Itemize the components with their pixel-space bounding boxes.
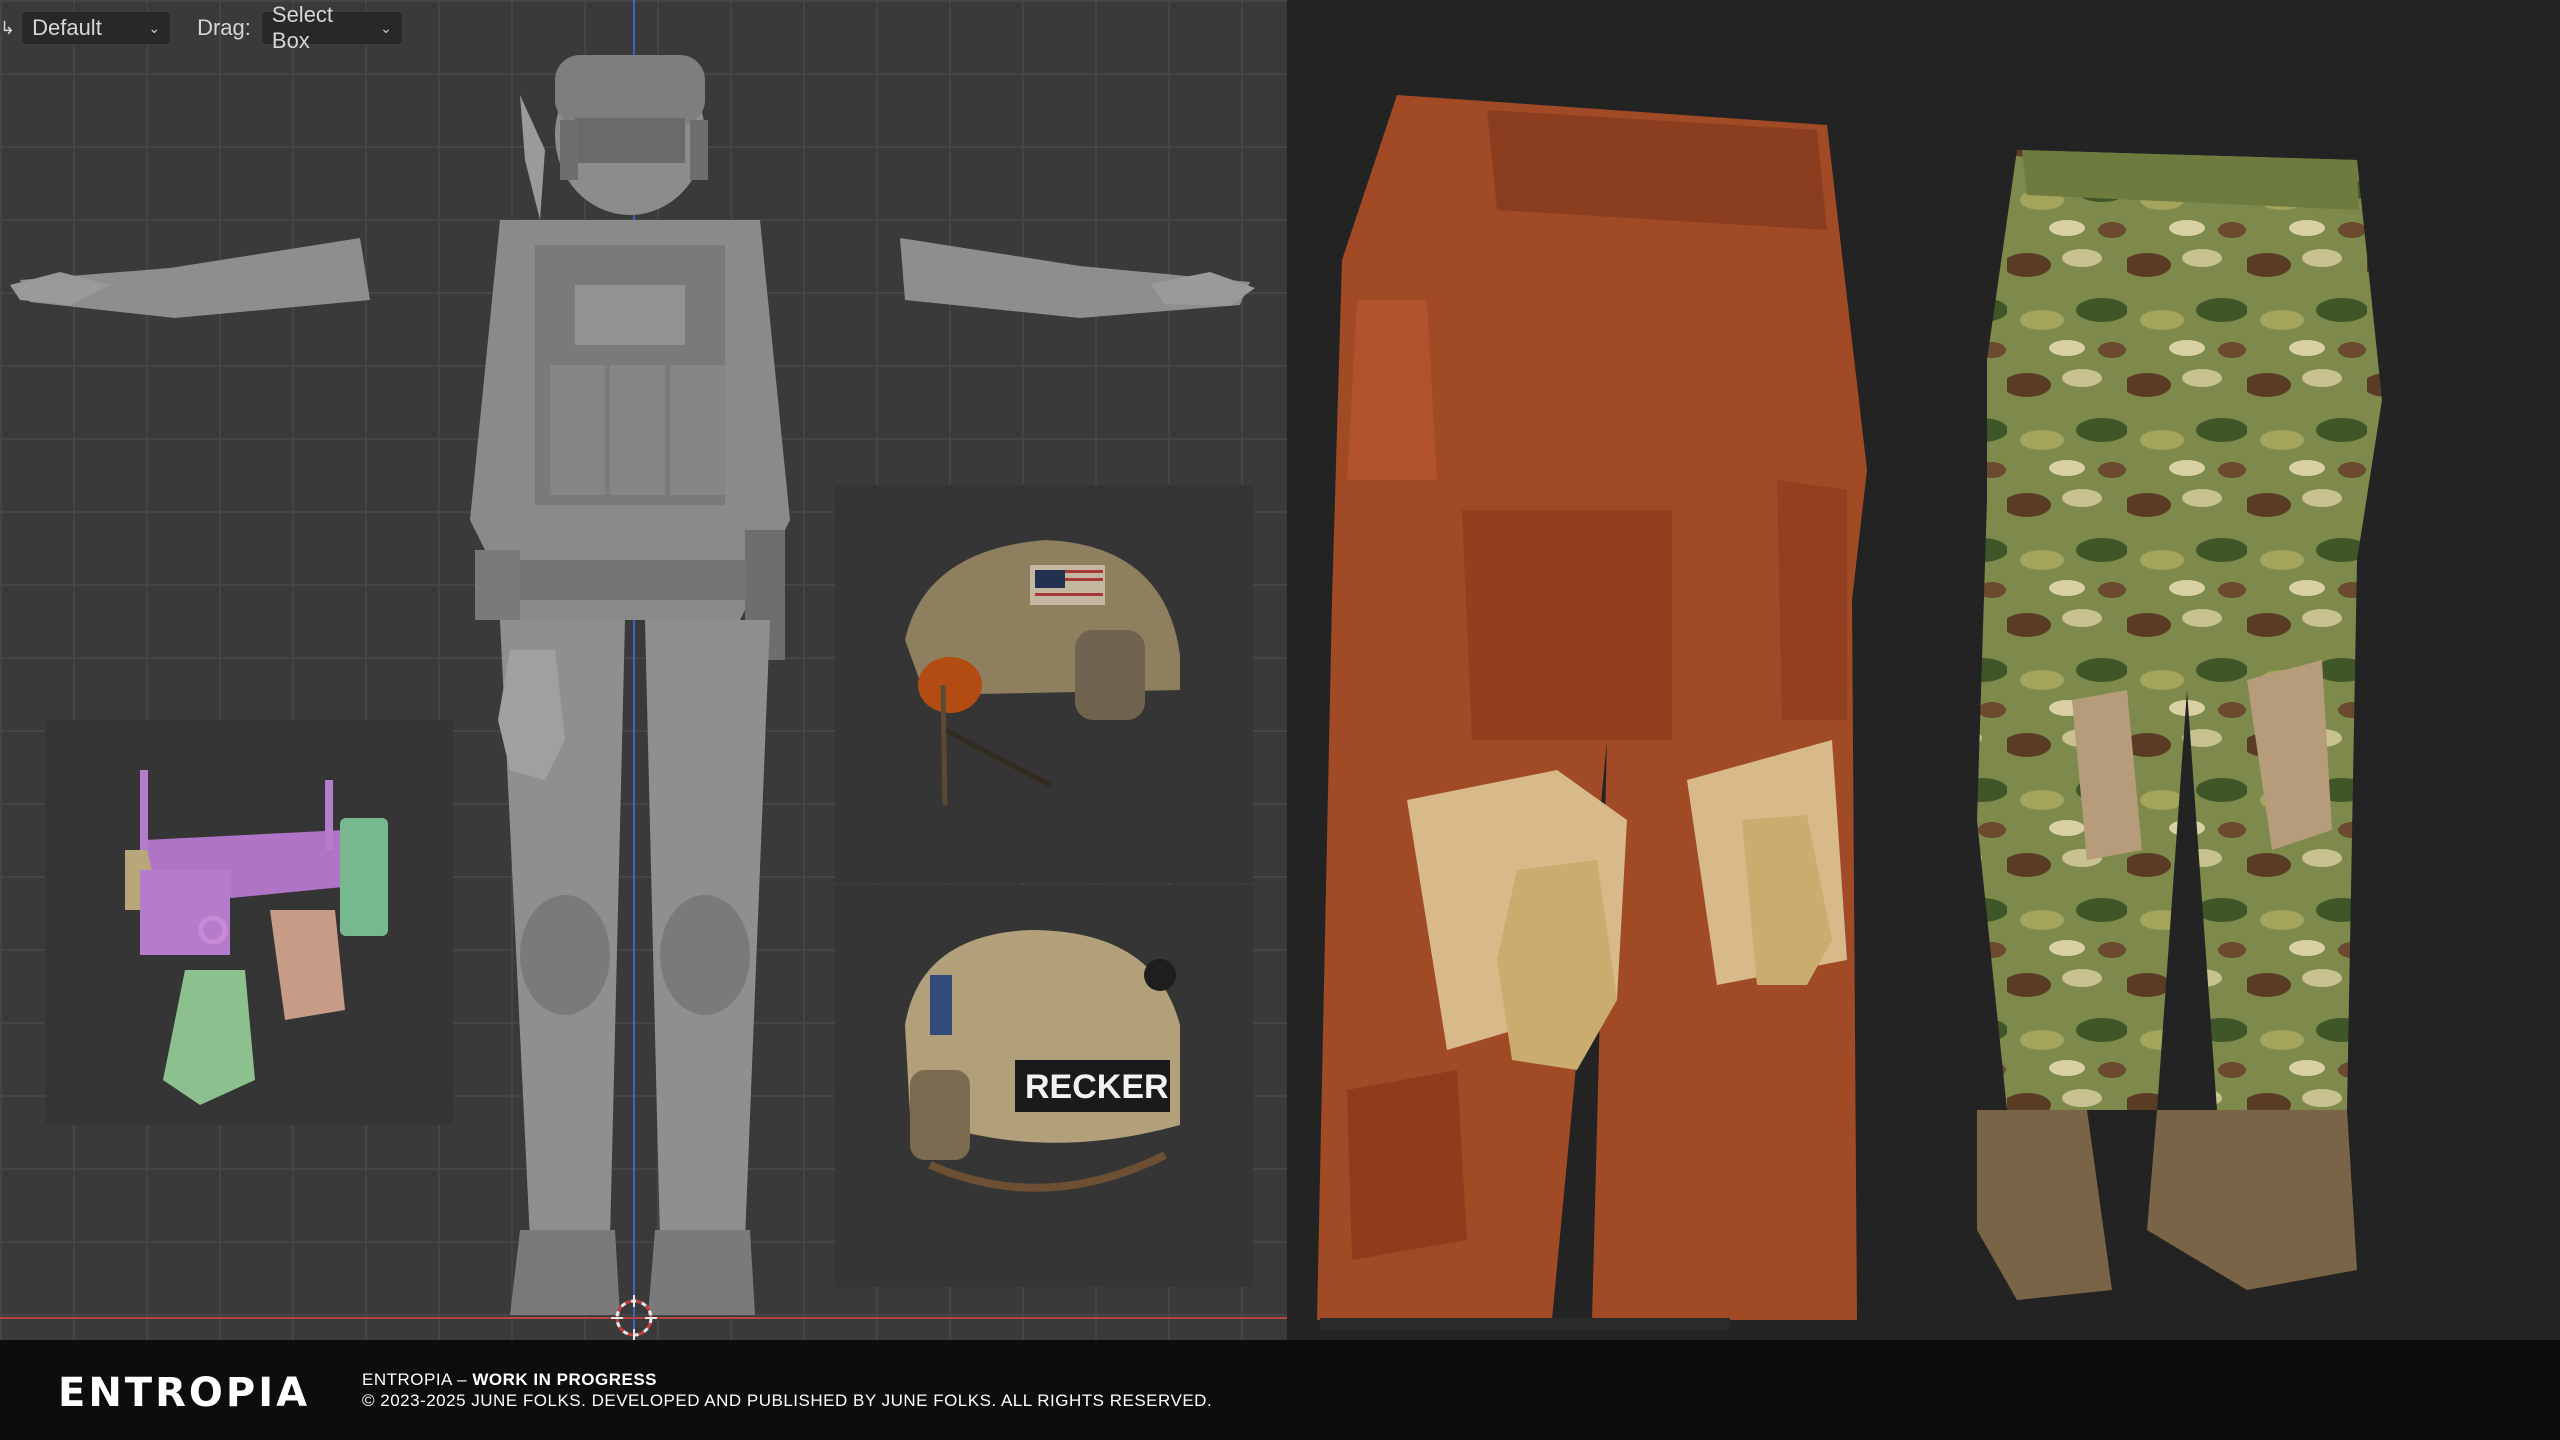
viewport-3d[interactable]: ↳ Default ⌄ Drag: Select Box ⌄ RECKER <box>0 0 1287 1340</box>
footer-copyright: © 2023-2025 JUNE FOLKS. DEVELOPED AND PU… <box>362 1391 1213 1410</box>
3d-cursor-icon <box>611 1295 657 1340</box>
inset-helmet-front <box>835 485 1253 883</box>
pants-textured-camo <box>1977 150 2382 1300</box>
inset-helmet-back: RECKER <box>835 885 1253 1287</box>
helmet-name-patch: RECKER <box>1025 1068 1169 1106</box>
footer-title-prefix: ENTROPIA – <box>362 1370 473 1389</box>
inset-belt-gloves <box>45 720 453 1125</box>
footer-title: ENTROPIA – WORK IN PROGRESS <box>362 1370 657 1390</box>
footer-title-status: WORK IN PROGRESS <box>472 1370 657 1389</box>
render-panel <box>1287 0 2560 1340</box>
brand-logo: ENTROPIA <box>58 1370 311 1416</box>
pants-textured-brown <box>1317 95 1867 1320</box>
footer-bar <box>0 1340 2560 1440</box>
